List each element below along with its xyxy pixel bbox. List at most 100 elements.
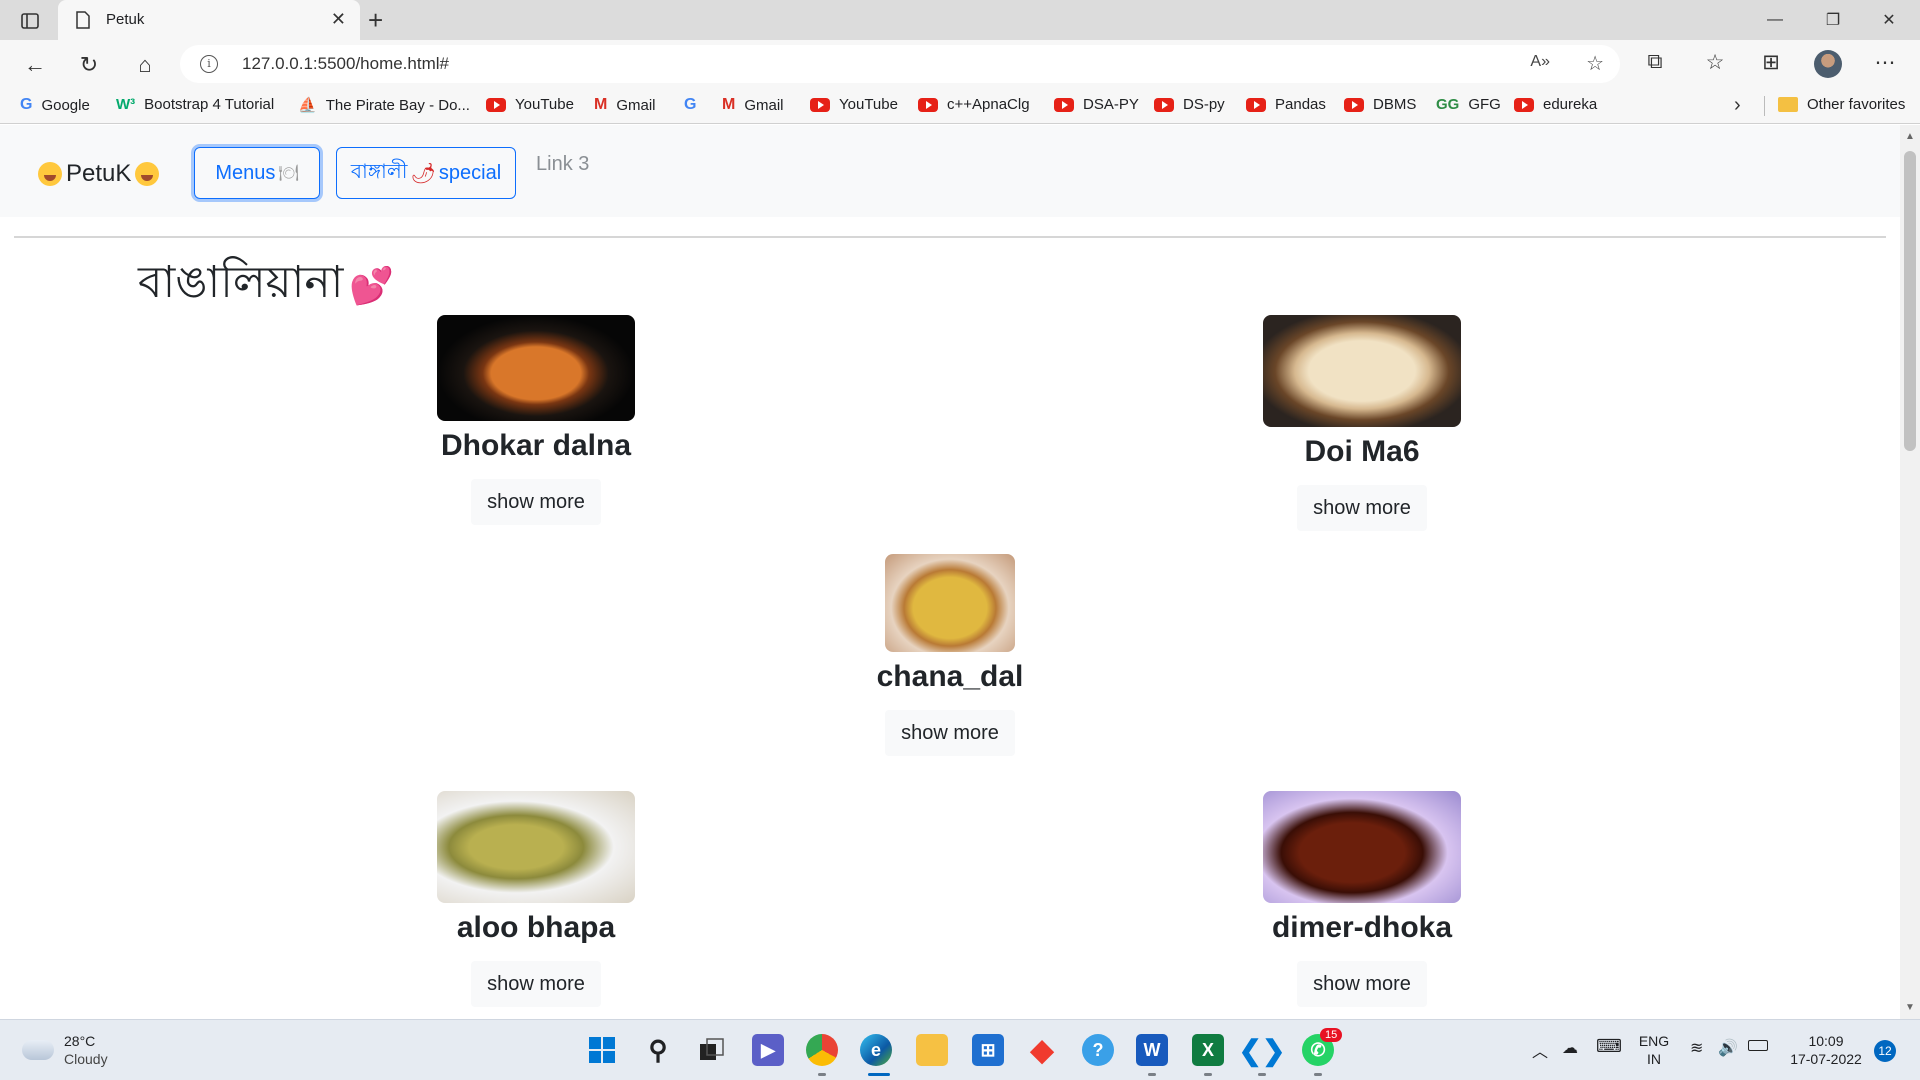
show-more-button[interactable]: show more [885,710,1015,756]
dish-card: Dhokar dalna show more [418,315,654,525]
wifi-icon[interactable]: ≋ [1690,1038,1703,1058]
dish-card: aloo bhapa show more [418,791,654,1007]
dish-image [1263,791,1461,903]
running-indicator [1258,1073,1266,1076]
tab-actions-icon[interactable] [14,8,46,34]
restore-icon[interactable]: ❐ [1810,6,1856,34]
volume-icon[interactable]: 🔊 [1718,1038,1738,1058]
bookmark-piratebay[interactable]: ⛵ The Pirate Bay - Do... [298,96,470,115]
dish-name: aloo bhapa [456,911,616,944]
bookmark-google[interactable]: G Google [20,96,90,114]
language-indicator[interactable]: ENG IN [1636,1032,1672,1068]
minimize-icon[interactable]: — [1752,6,1798,34]
youtube-icon [1344,97,1364,112]
bookmark-dbms[interactable]: DBMS [1344,96,1416,113]
dish-card: chana_dal show more [854,554,1046,756]
word-icon[interactable]: W [1136,1034,1168,1066]
reload-icon[interactable]: ↻ [72,48,106,82]
youtube-icon [1246,97,1266,112]
favorites-icon[interactable]: ☆ [1700,50,1730,75]
clock[interactable]: 10:09 17-07-2022 [1784,1032,1868,1068]
keyboard-icon[interactable]: ⌨ [1596,1036,1622,1057]
site-navbar: PetuK Menus 🍽 বাঙ্গালী 🌶 special Link 3 [0,125,1900,217]
other-favorites[interactable]: Other favorites [1778,96,1905,113]
youtube-icon [486,97,506,112]
google-icon: G [20,96,33,113]
divider [1764,96,1765,116]
bookmark-edureka[interactable]: edureka [1514,96,1597,113]
more-menu-icon[interactable]: ⋯ [1870,50,1900,75]
chrome-icon[interactable] [806,1034,838,1066]
menus-button[interactable]: Menus 🍽 [194,147,320,199]
plate-icon: 🍽 [278,165,299,182]
url-field[interactable]: i 127.0.0.1:5500/home.html# A» ☆ [180,45,1620,83]
page-icon [76,11,90,34]
chevron-right-icon[interactable]: › [1734,94,1741,117]
back-icon[interactable]: ← [18,48,52,82]
bookmark-gmail-2[interactable]: M Gmail [722,96,784,114]
taskbar: 28°C Cloudy ⚲ ▶ e ⊞ ◆ ? W X ❮❯ ✆ 15 ︿ ☁ … [0,1019,1920,1080]
task-view-icon[interactable] [696,1034,728,1066]
running-indicator [818,1073,826,1076]
show-more-button[interactable]: show more [1297,485,1427,531]
close-window-icon[interactable]: ✕ [1866,6,1912,34]
show-more-button[interactable]: show more [471,479,601,525]
extensions-icon[interactable]: ⧉ [1640,50,1670,74]
bookmark-dsa-py[interactable]: DSA-PY [1054,96,1139,113]
scroll-up-icon[interactable]: ▲ [1905,131,1915,142]
vscode-icon[interactable]: ❮❯ [1239,1034,1286,1066]
bookmarks-bar: G Google W³ Bootstrap 4 Tutorial ⛵ The Pira… [0,88,1920,124]
scroll-down-icon[interactable]: ▼ [1905,1002,1915,1013]
dish-image [1263,315,1461,427]
brand[interactable]: PetuK [38,160,160,188]
dish-image [437,315,635,421]
bangali-special-button[interactable]: বাঙ্গালী 🌶 special [336,147,516,199]
chevron-up-icon[interactable]: ︿ [1532,1038,1548,1062]
show-more-button[interactable]: show more [471,961,601,1007]
youtube-icon [810,97,830,112]
onedrive-icon[interactable]: ☁ [1562,1038,1578,1058]
python-icon[interactable]: ? [1082,1034,1114,1066]
browser-tab-active[interactable]: Petuk ✕ [58,0,360,40]
cloud-icon [22,1040,54,1060]
site-info-icon[interactable]: i [200,55,218,73]
battery-icon[interactable] [1748,1040,1768,1051]
add-favorite-icon[interactable]: ☆ [1586,51,1604,76]
bookmark-youtube-2[interactable]: YouTube [810,96,898,113]
page-scrollbar[interactable]: ▲ ▼ [1900,125,1920,1019]
profile-avatar[interactable] [1814,50,1842,78]
new-tab-icon[interactable]: + [368,5,383,36]
teams-chat-icon[interactable]: ▶ [752,1034,784,1066]
two-hearts-icon: 💕 [349,265,395,307]
excel-icon[interactable]: X [1192,1034,1224,1066]
store-icon[interactable]: ⊞ [972,1034,1004,1066]
nav-link-3[interactable]: Link 3 [536,153,589,176]
home-icon[interactable]: ⌂ [128,48,162,82]
bookmark-youtube-1[interactable]: YouTube [486,96,574,113]
whatsapp-badge: 15 [1320,1028,1343,1042]
dish-name: Dhokar dalna [440,429,632,462]
dish-name: Doi Ma6 [1304,435,1420,468]
show-more-button[interactable]: show more [1297,961,1427,1007]
active-indicator [868,1073,890,1076]
diamond-app-icon[interactable]: ◆ [1026,1034,1058,1067]
file-explorer-icon[interactable] [916,1034,948,1066]
bookmark-apnaclg[interactable]: c++ApnaClg [918,96,1030,113]
bookmark-gmail-1[interactable]: M Gmail [594,96,656,114]
notification-badge[interactable]: 12 [1874,1040,1896,1062]
weather-widget[interactable]: 28°C Cloudy [22,1032,108,1068]
search-icon[interactable]: ⚲ [642,1034,674,1066]
collections-icon[interactable]: ⊞ [1756,50,1786,75]
bookmark-gfg[interactable]: GG GFG [1436,96,1501,113]
read-aloud-icon[interactable]: A» [1530,53,1550,71]
bookmark-pandas[interactable]: Pandas [1246,96,1326,113]
youtube-icon [1154,97,1174,112]
bookmark-ds-py[interactable]: DS-py [1154,96,1225,113]
start-icon[interactable] [586,1034,618,1066]
edge-icon[interactable]: e [860,1034,892,1066]
divider [14,236,1886,238]
close-tab-icon[interactable]: ✕ [331,9,346,30]
bookmark-google-2[interactable]: G [684,96,705,114]
scrollbar-thumb[interactable] [1904,151,1916,451]
bookmark-bootstrap[interactable]: W³ Bootstrap 4 Tutorial [116,96,274,113]
